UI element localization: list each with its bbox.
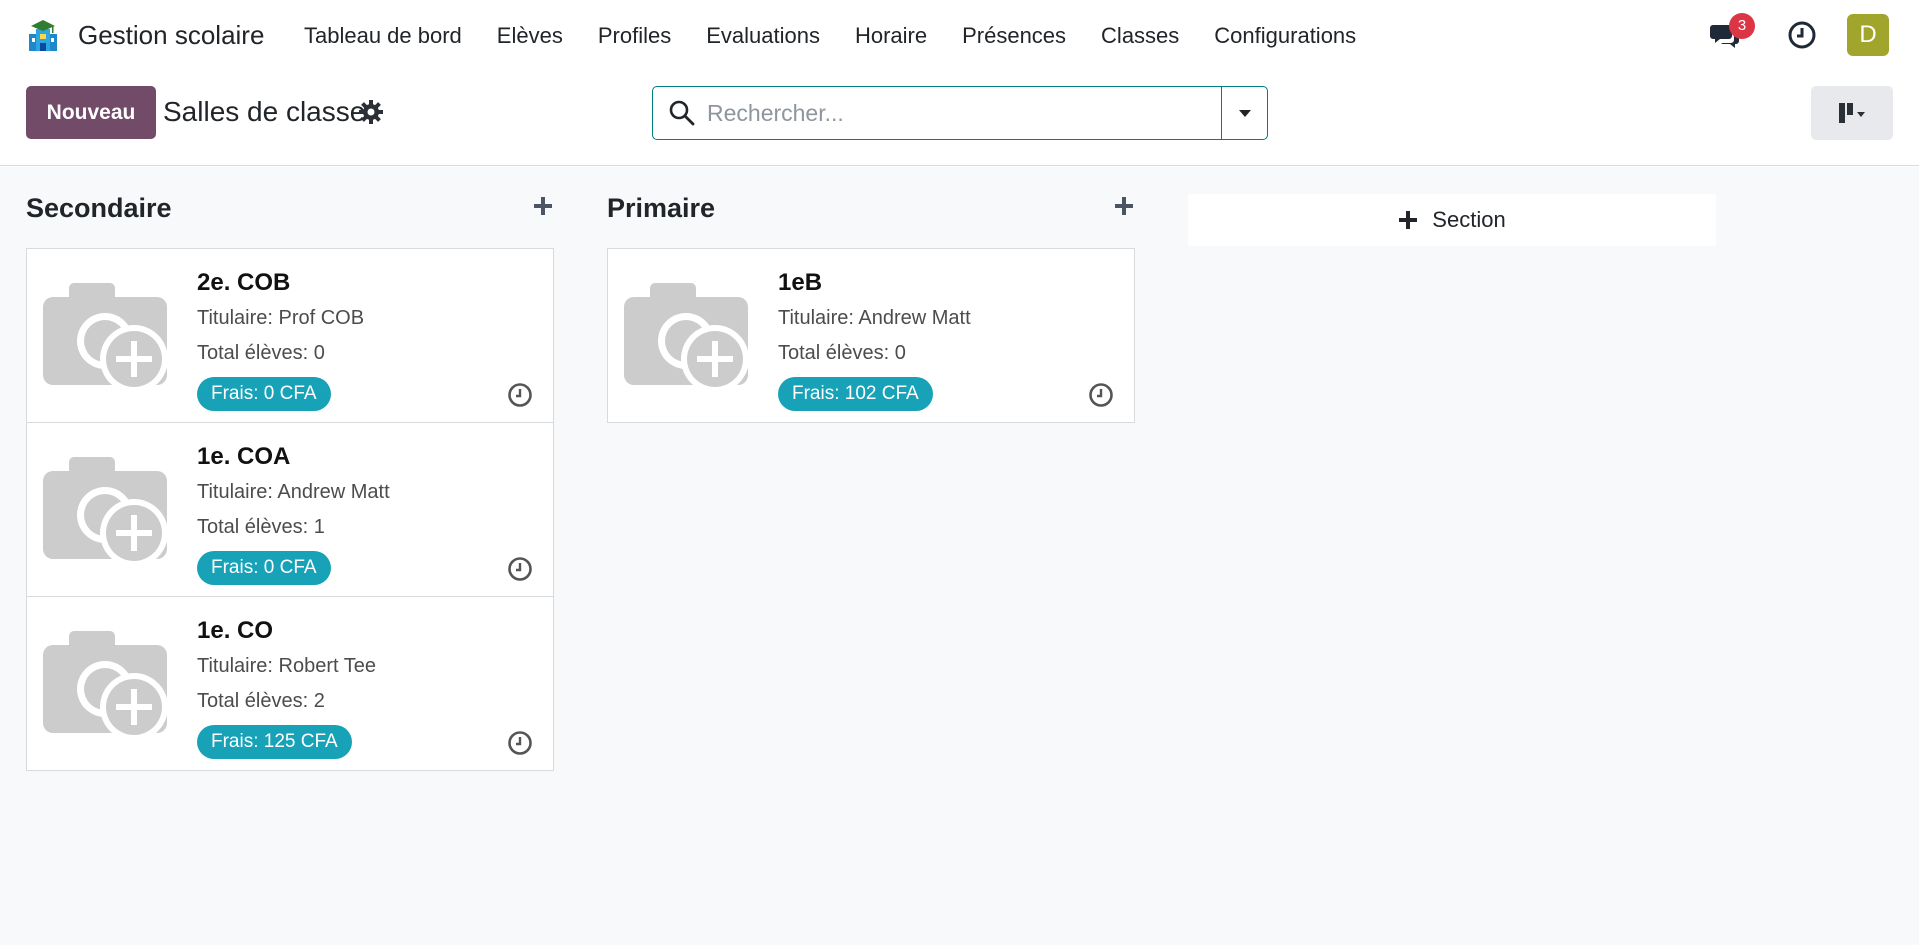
kanban-card[interactable]: 1eB Titulaire: Andrew Matt Total élèves:… (607, 248, 1135, 423)
activity-clock-icon[interactable] (507, 382, 533, 408)
card-list: 2e. COB Titulaire: Prof COB Total élèves… (26, 248, 554, 771)
class-name: 1e. CO (197, 617, 274, 644)
user-avatar[interactable]: D (1847, 14, 1889, 56)
class-name: 1e. COA (197, 443, 291, 470)
activity-clock-icon[interactable] (507, 730, 533, 756)
top-navbar: Gestion scolaire Tableau de bord Elèves … (0, 0, 1919, 72)
quick-create-plus-icon[interactable] (532, 195, 554, 217)
column-title[interactable]: Primaire (607, 193, 715, 224)
search-options-toggle[interactable] (1221, 87, 1267, 139)
fee-badge: Frais: 102 CFA (778, 377, 933, 411)
page-title: Salles de classe (163, 96, 366, 127)
search-input[interactable] (707, 87, 1221, 139)
class-student-count: Total élèves: 0 (197, 342, 325, 364)
menu-item-classes[interactable]: Classes (1101, 23, 1179, 49)
add-section-button[interactable]: Section (1188, 194, 1716, 246)
fee-badge: Frais: 0 CFA (197, 377, 331, 411)
kanban-column-primaire: Primaire 1eB Titulaire: Andrew Matt Tota… (607, 167, 1135, 423)
activity-clock-icon[interactable] (1088, 382, 1114, 408)
plus-icon (1399, 211, 1418, 229)
card-list: 1eB Titulaire: Andrew Matt Total élèves:… (607, 248, 1135, 423)
school-building-icon[interactable] (26, 19, 60, 53)
kanban-card[interactable]: 1e. COA Titulaire: Andrew Matt Total élè… (26, 422, 554, 597)
class-student-count: Total élèves: 1 (197, 516, 325, 538)
class-teacher: Titulaire: Andrew Matt (778, 307, 971, 329)
add-section-label: Section (1432, 207, 1506, 232)
control-panel: Nouveau Salles de classe (0, 72, 1919, 166)
column-header: Primaire (607, 167, 1135, 247)
new-button[interactable]: Nouveau (26, 86, 156, 139)
systray: 3 D (1709, 13, 1889, 56)
class-teacher: Titulaire: Robert Tee (197, 655, 376, 677)
messages-count-badge: 3 (1729, 13, 1755, 39)
class-name: 2e. COB (197, 269, 291, 296)
menu-item-evaluations[interactable]: Evaluations (706, 23, 820, 49)
menu-item-horaire[interactable]: Horaire (855, 23, 927, 49)
activity-clock-icon[interactable] (1787, 20, 1817, 50)
camera-placeholder-icon (43, 457, 168, 567)
fee-badge: Frais: 125 CFA (197, 725, 352, 759)
camera-placeholder-icon (624, 283, 749, 393)
caret-down-icon (1238, 110, 1251, 117)
activity-clock-icon[interactable] (507, 556, 533, 582)
main-menu: Tableau de bord Elèves Profiles Evaluati… (304, 23, 1391, 49)
search-bar (652, 86, 1268, 140)
kanban-card[interactable]: 2e. COB Titulaire: Prof COB Total élèves… (26, 248, 554, 423)
class-teacher: Titulaire: Andrew Matt (197, 481, 390, 503)
kanban-column-secondaire: Secondaire 2e. COB Titulaire: Prof COB T… (26, 167, 554, 771)
quick-create-plus-icon[interactable] (1113, 195, 1135, 217)
kanban-board: Secondaire 2e. COB Titulaire: Prof COB T… (0, 167, 1919, 945)
search-icon (669, 100, 695, 126)
menu-item-tableau-de-bord[interactable]: Tableau de bord (304, 23, 462, 49)
menu-item-profiles[interactable]: Profiles (598, 23, 671, 49)
class-teacher: Titulaire: Prof COB (197, 307, 365, 329)
kanban-view-icon (1839, 103, 1865, 123)
app-name[interactable]: Gestion scolaire (78, 20, 264, 51)
gear-icon[interactable] (358, 99, 384, 125)
class-student-count: Total élèves: 0 (778, 342, 906, 364)
class-name: 1eB (778, 269, 823, 296)
menu-item-presences[interactable]: Présences (962, 23, 1066, 49)
column-title[interactable]: Secondaire (26, 193, 172, 224)
fee-badge: Frais: 0 CFA (197, 551, 331, 585)
view-switcher-button[interactable] (1811, 86, 1893, 140)
class-student-count: Total élèves: 2 (197, 690, 325, 712)
kanban-card[interactable]: 1e. CO Titulaire: Robert Tee Total élève… (26, 596, 554, 771)
camera-placeholder-icon (43, 283, 168, 393)
column-header: Secondaire (26, 167, 554, 247)
menu-item-configurations[interactable]: Configurations (1214, 23, 1356, 49)
camera-placeholder-icon (43, 631, 168, 741)
menu-item-eleves[interactable]: Elèves (497, 23, 563, 49)
messages-button[interactable]: 3 (1709, 13, 1755, 51)
